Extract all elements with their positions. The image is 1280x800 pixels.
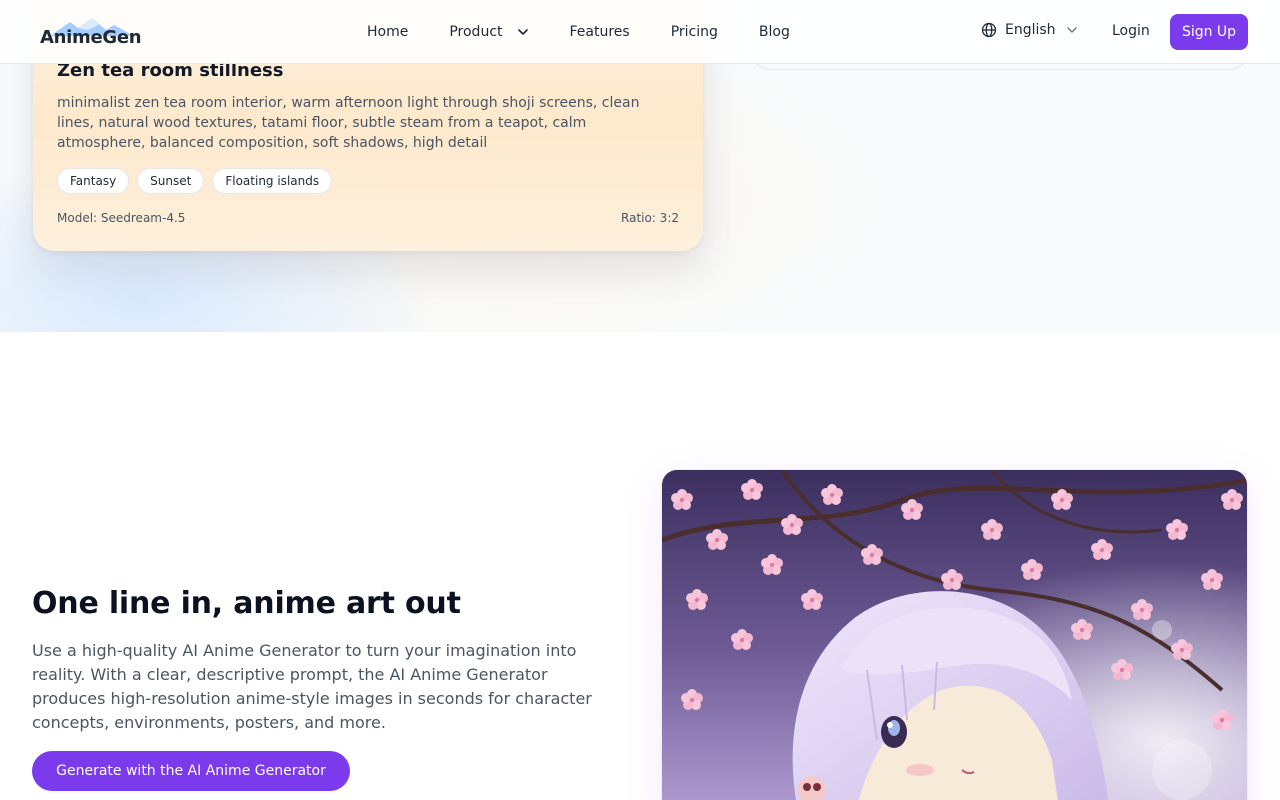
anime-girl-cherry-blossom-illustration <box>662 470 1247 800</box>
card-meta: Model: Seedream-4.5 Ratio: 3:2 <box>57 211 679 225</box>
signup-button[interactable]: Sign Up <box>1170 14 1248 50</box>
nav-home[interactable]: Home <box>367 24 408 40</box>
feature-heading: One line in, anime art out <box>32 586 461 621</box>
language-selector[interactable]: English <box>981 22 1078 38</box>
generate-cta-button[interactable]: Generate with the AI Anime Generator <box>32 751 350 791</box>
chevron-down-icon <box>517 29 528 35</box>
nav-pricing-label: Pricing <box>670 24 718 40</box>
tag-chip[interactable]: Floating islands <box>212 168 333 194</box>
card-tags: Fantasy Sunset Floating islands <box>57 168 333 194</box>
tag-chip[interactable]: Sunset <box>137 168 205 194</box>
top-navbar: AnimeGen Home Product Features Pricing B… <box>0 0 1280 64</box>
feature-description: Use a high-quality AI Anime Generator to… <box>32 641 592 732</box>
card-model: Model: Seedream-4.5 <box>57 211 186 225</box>
nav-home-label: Home <box>367 24 409 40</box>
nav-product[interactable]: Product <box>449 24 528 40</box>
login-link[interactable]: Login <box>1112 23 1150 39</box>
nav-pricing[interactable]: Pricing <box>671 24 718 40</box>
brand-logo[interactable]: AnimeGen <box>40 18 142 48</box>
nav-features[interactable]: Features <box>570 24 630 40</box>
card-ratio: Ratio: 3:2 <box>621 211 679 225</box>
card-prompt-text: minimalist zen tea room interior, warm a… <box>57 95 640 151</box>
globe-icon <box>981 22 997 38</box>
nav-features-label: Features <box>569 24 630 40</box>
language-label: English <box>1005 22 1056 38</box>
nav-blog[interactable]: Blog <box>759 24 790 40</box>
anime-showcase-image <box>661 469 1248 800</box>
chevron-down-icon <box>1066 27 1077 33</box>
tag-chip[interactable]: Fantasy <box>57 168 130 194</box>
primary-nav: Home Product Features Pricing Blog <box>367 0 831 64</box>
nav-blog-label: Blog <box>758 24 790 40</box>
nav-product-label: Product <box>449 24 503 40</box>
brand-name: AnimeGen <box>40 27 142 48</box>
